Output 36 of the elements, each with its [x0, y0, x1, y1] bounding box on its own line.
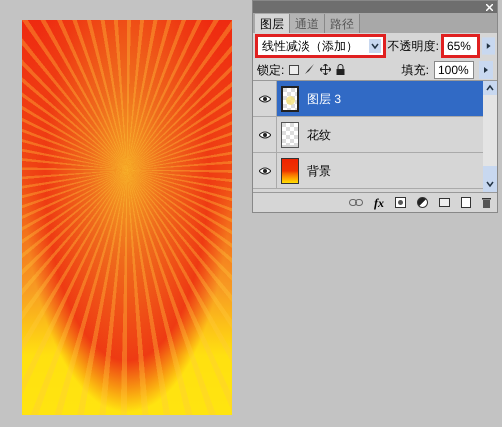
- scroll-down-icon[interactable]: [483, 166, 497, 192]
- lock-label: 锁定:: [257, 62, 284, 78]
- opacity-label: 不透明度:: [388, 38, 439, 55]
- opacity-field[interactable]: 65%: [440, 34, 480, 58]
- layer-row[interactable]: 图层 3: [253, 81, 483, 117]
- panel-tab[interactable]: 通道: [290, 14, 325, 33]
- layer-row[interactable]: 背景: [253, 153, 483, 189]
- layer-row[interactable]: 花纹: [253, 117, 483, 153]
- layer-name: 背景: [307, 162, 331, 180]
- eye-icon[interactable]: [258, 94, 270, 102]
- adjustment-icon[interactable]: [417, 197, 428, 208]
- fill-slider-button[interactable]: [479, 60, 493, 78]
- folder-icon[interactable]: [439, 198, 450, 207]
- panel-tab[interactable]: 路径: [325, 14, 360, 33]
- link-icon[interactable]: [349, 199, 363, 206]
- opacity-slider-button[interactable]: [482, 37, 495, 55]
- trash-icon[interactable]: [482, 197, 491, 208]
- dropdown-caret-icon: [368, 39, 381, 53]
- move-icon[interactable]: [320, 64, 332, 75]
- panel-tab[interactable]: 图层: [255, 14, 290, 33]
- close-icon[interactable]: [486, 4, 493, 10]
- blend-mode-value: 线性减淡（添加）: [262, 38, 358, 55]
- fill-label: 填充:: [402, 62, 429, 78]
- lock-transparency-icon[interactable]: [289, 64, 300, 74]
- lock-icon[interactable]: [336, 64, 346, 75]
- scroll-up-icon[interactable]: [483, 81, 497, 95]
- fill-field[interactable]: 100%: [434, 60, 474, 78]
- mask-icon[interactable]: [395, 197, 406, 208]
- new-layer-icon[interactable]: [461, 197, 471, 208]
- blend-mode-dropdown[interactable]: 线性减淡（添加）: [255, 34, 386, 58]
- layer-name: 花纹: [307, 126, 331, 144]
- eye-icon[interactable]: [258, 130, 270, 138]
- eye-icon[interactable]: [258, 166, 270, 174]
- layer-style-button[interactable]: fx: [374, 194, 384, 212]
- brush-icon[interactable]: [304, 64, 316, 75]
- layer-name: 图层 3: [307, 90, 342, 108]
